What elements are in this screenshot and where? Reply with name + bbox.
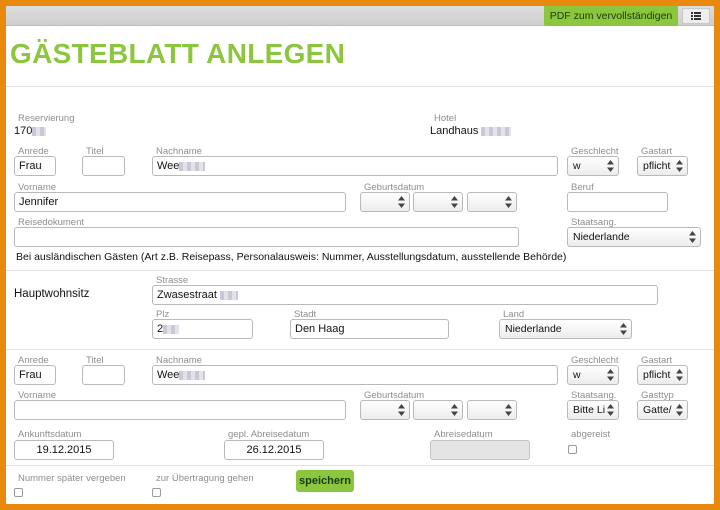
land-select[interactable]: Niederlande: [499, 319, 632, 339]
nachname-field-2[interactable]: Wee: [152, 365, 558, 385]
menu-icon: [691, 12, 701, 20]
select-arrows-icon: [505, 196, 512, 208]
foreign-guests-note: Bei ausländischen Gästen (Art z.B. Reise…: [16, 251, 567, 263]
abreisedatum-field: [430, 440, 530, 460]
hotel-value: Landhaus: [430, 125, 512, 137]
uebertragung-checkbox[interactable]: [152, 488, 161, 497]
staatsang-select[interactable]: Niederlande: [567, 227, 701, 247]
gepl-abreisedatum-field[interactable]: 26.12.2015: [224, 440, 324, 460]
nummer-spaeter-label: Nummer später vergeben: [18, 473, 126, 484]
geschlecht-select-2[interactable]: w: [567, 365, 619, 385]
titel-field-2[interactable]: [82, 365, 125, 385]
beruf-field[interactable]: [567, 192, 668, 212]
select-arrows-icon: [676, 404, 683, 416]
plz-field[interactable]: 2: [152, 319, 253, 339]
strasse-field[interactable]: Zwasestraat: [152, 285, 658, 305]
geburtsdatum-month-select[interactable]: [413, 192, 463, 212]
reservation-label: Reservierung: [18, 113, 75, 124]
gepl-abreisedatum-label: gepl. Abreisedatum: [228, 429, 310, 440]
select-arrows-icon: [505, 404, 512, 416]
stadt-field[interactable]: Den Haag: [290, 319, 449, 339]
select-arrows-icon: [451, 196, 458, 208]
select-arrows-icon: [676, 160, 683, 172]
staatsang-select-2[interactable]: Bitte Li: [567, 400, 619, 420]
gastart-select-2[interactable]: pflicht: [637, 365, 688, 385]
geburtsdatum-month-select-2[interactable]: [413, 400, 463, 420]
hotel-label: Hotel: [434, 113, 457, 124]
geschlecht-select[interactable]: w: [567, 156, 619, 176]
abgereist-label: abgereist: [571, 429, 611, 440]
geburtsdatum-year-select[interactable]: [467, 192, 517, 212]
select-arrows-icon: [676, 369, 683, 381]
nummer-spaeter-checkbox[interactable]: [14, 488, 23, 497]
select-arrows-icon: [607, 369, 614, 381]
divider: [6, 86, 714, 87]
titel-field[interactable]: [82, 156, 125, 176]
vorname-field-2[interactable]: [14, 400, 346, 420]
vorname-field[interactable]: Jennifer: [14, 192, 346, 212]
pdf-complete-button[interactable]: PDF zum vervollständigen: [544, 6, 678, 26]
select-arrows-icon: [607, 404, 614, 416]
select-arrows-icon: [451, 404, 458, 416]
abgereist-checkbox[interactable]: [568, 445, 577, 454]
reservation-value: 170: [14, 125, 47, 137]
hauptwohnsitz-title: Hauptwohnsitz: [14, 288, 90, 300]
divider: [6, 465, 714, 466]
gastart-select[interactable]: pflicht: [637, 156, 688, 176]
uebertragung-label: zur Übertragung gehen: [156, 473, 254, 484]
ankunftsdatum-label: Ankunftsdatum: [18, 429, 82, 440]
page-title: GÄSTEBLATT ANLEGEN: [10, 38, 346, 69]
select-arrows-icon: [689, 231, 696, 243]
anrede-field-2[interactable]: Frau: [14, 365, 56, 385]
gasttyp-select[interactable]: Gatte/: [637, 400, 688, 420]
abreisedatum-label: Abreisedatum: [434, 429, 493, 440]
select-arrows-icon: [607, 160, 614, 172]
divider: [6, 349, 714, 350]
nachname-field[interactable]: Wee: [152, 156, 558, 176]
reisedokument-field[interactable]: [14, 227, 519, 247]
geburtsdatum-day-select[interactable]: [360, 192, 410, 212]
anrede-field[interactable]: Frau: [14, 156, 56, 176]
divider: [6, 270, 714, 271]
geburtsdatum-day-select-2[interactable]: [360, 400, 410, 420]
menu-button[interactable]: [682, 8, 710, 24]
geburtsdatum-year-select-2[interactable]: [467, 400, 517, 420]
select-arrows-icon: [398, 404, 405, 416]
ankunftsdatum-field[interactable]: 19.12.2015: [14, 440, 114, 460]
save-button[interactable]: speichern: [296, 470, 354, 492]
select-arrows-icon: [398, 196, 405, 208]
select-arrows-icon: [620, 323, 627, 335]
page: PDF zum vervollständigen GÄSTEBLATT ANLE…: [6, 6, 714, 504]
